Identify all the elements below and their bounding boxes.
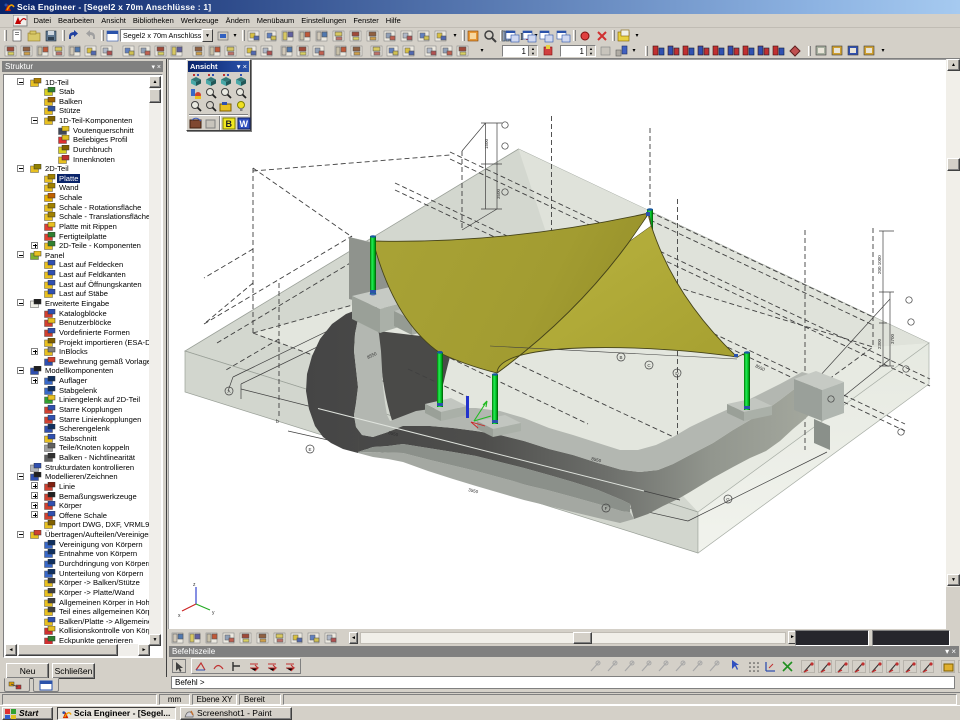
svg-text:B: B — [226, 119, 233, 129]
svg-text:F: F — [605, 506, 608, 511]
svg-text:1500: 1500 — [484, 138, 489, 149]
svg-text:3500: 3500 — [496, 188, 501, 199]
svg-text:y: y — [212, 610, 215, 616]
svg-text:2300: 2300 — [877, 338, 882, 349]
svg-text:G: G — [726, 497, 730, 502]
svg-text:B: B — [619, 355, 622, 360]
svg-text:3550: 3550 — [468, 487, 479, 494]
svg-text:b: b — [276, 419, 279, 425]
svg-text:3700: 3700 — [890, 333, 895, 344]
svg-text:A: A — [227, 389, 230, 394]
svg-text:W: W — [240, 119, 249, 129]
svg-text:200 1000: 200 1000 — [877, 255, 882, 274]
svg-text:x: x — [178, 613, 181, 619]
svg-text:E: E — [308, 447, 311, 452]
